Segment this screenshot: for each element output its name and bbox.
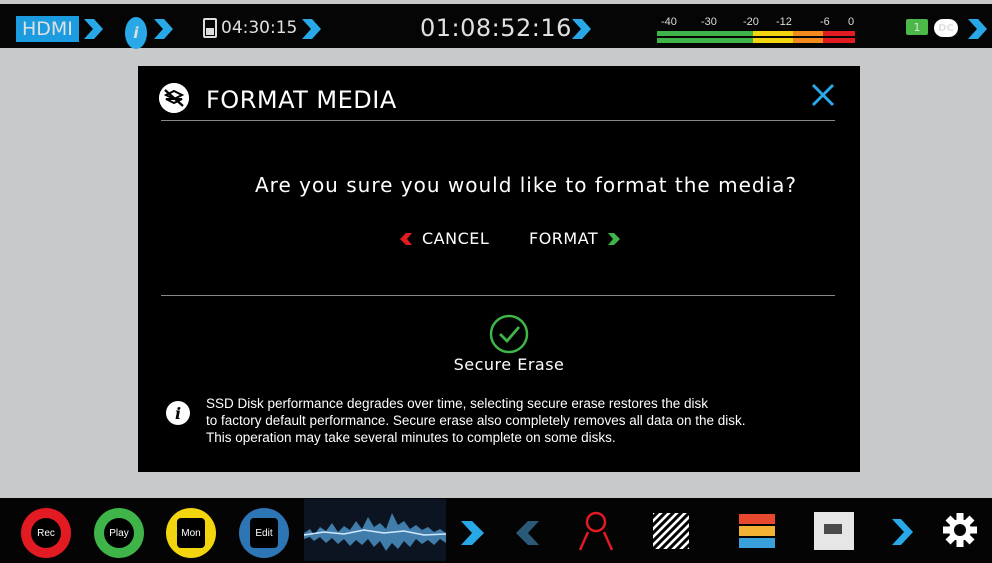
- status-bar: HDMI i 04:30:15 01:08:52:16 -40 -30 -20 …: [0, 0, 992, 49]
- note-line: to factory default performance. Secure e…: [206, 413, 746, 428]
- cancel-button[interactable]: CANCEL: [400, 229, 489, 248]
- edit-mode-label: Edit: [250, 518, 278, 548]
- format-button[interactable]: FORMAT: [529, 229, 621, 248]
- note-line: SSD Disk performance degrades over time,…: [206, 396, 708, 411]
- meter-tick: -12: [776, 16, 792, 28]
- disk-icon: [203, 18, 217, 38]
- audio-meter[interactable]: -40 -30 -20 -12 -6 0: [657, 16, 857, 46]
- info-icon[interactable]: i: [125, 17, 147, 49]
- zebra-stripes-icon[interactable]: [653, 513, 689, 549]
- mon-mode-button[interactable]: Mon: [166, 508, 216, 558]
- meter-bar-right: [657, 38, 855, 43]
- secure-erase-check-icon[interactable]: [489, 314, 529, 354]
- dialog-title: FORMAT MEDIA: [206, 86, 397, 114]
- battery-indicator[interactable]: 1: [906, 19, 928, 35]
- cancel-label: CANCEL: [422, 229, 490, 248]
- chevron-right-icon[interactable]: [458, 521, 486, 545]
- format-media-dialog: FORMAT MEDIA Are you sure you would like…: [138, 66, 860, 472]
- info-icon: i: [166, 401, 190, 425]
- bottom-toolbar: Rec Play Mon Edit: [0, 498, 992, 563]
- chevron-left-icon: [400, 232, 412, 245]
- rec-mode-button[interactable]: Rec: [21, 508, 71, 558]
- meter-tick: -30: [701, 16, 717, 28]
- chevron-right-icon[interactable]: [889, 519, 915, 545]
- record-time-remaining[interactable]: 04:30:15: [203, 12, 297, 44]
- divider: [161, 295, 835, 296]
- chevron-right-icon[interactable]: [82, 19, 104, 39]
- meter-tick: 0: [848, 16, 855, 28]
- note-line: This operation may take several minutes …: [206, 430, 616, 445]
- chevron-right-icon[interactable]: [570, 19, 592, 39]
- secure-erase-label[interactable]: Secure Erase: [138, 355, 880, 374]
- false-color-icon[interactable]: [739, 514, 775, 548]
- rec-mode-label: Rec: [31, 518, 61, 548]
- frame-guides-icon[interactable]: [814, 512, 854, 550]
- chevron-right-icon[interactable]: [966, 19, 988, 39]
- meter-tick: -6: [820, 16, 830, 28]
- record-time-remaining-value: 04:30:15: [221, 18, 298, 38]
- chevron-left-icon[interactable]: [514, 521, 542, 545]
- confirm-question: Are you sure you would like to format th…: [254, 173, 797, 197]
- play-mode-button[interactable]: Play: [94, 508, 144, 558]
- input-source-label[interactable]: HDMI: [16, 16, 79, 42]
- meter-bar-left: [657, 31, 855, 36]
- chevron-right-icon[interactable]: [152, 19, 174, 39]
- secure-erase-note: SSD Disk performance degrades over time,…: [206, 395, 846, 446]
- chevron-right-icon: [608, 232, 621, 245]
- play-mode-label: Play: [104, 518, 134, 548]
- meter-tick: -20: [743, 16, 759, 28]
- timecode-display[interactable]: 01:08:52:16: [420, 12, 572, 44]
- close-icon[interactable]: [808, 80, 838, 110]
- gear-icon[interactable]: [943, 513, 977, 547]
- mon-mode-label: Mon: [177, 518, 205, 548]
- format-label: FORMAT: [529, 229, 599, 248]
- chevron-right-icon[interactable]: [300, 19, 322, 39]
- divider: [161, 120, 835, 121]
- waveform-scope-thumbnail[interactable]: [304, 499, 446, 561]
- meter-tick: -40: [661, 16, 677, 28]
- format-disk-icon: [159, 83, 189, 113]
- power-source-badge[interactable]: DC: [934, 19, 958, 37]
- focus-peaking-icon[interactable]: [576, 510, 614, 552]
- edit-mode-button[interactable]: Edit: [239, 508, 289, 558]
